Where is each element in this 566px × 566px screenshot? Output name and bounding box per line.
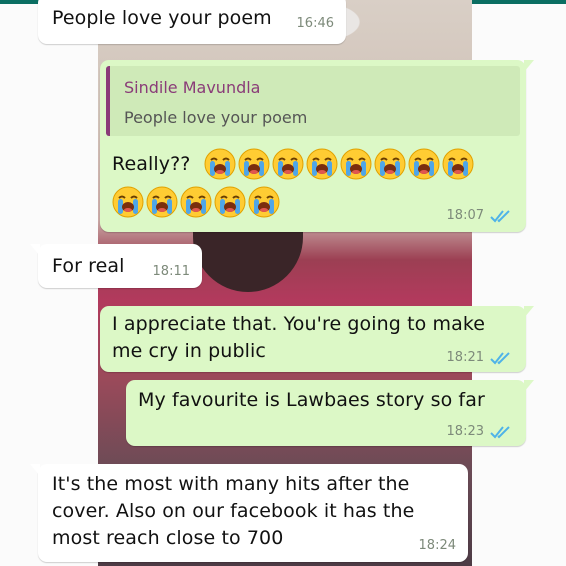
message-text: People love your poem bbox=[52, 7, 272, 29]
loudly-crying-face-icon bbox=[442, 148, 474, 180]
read-receipt-icon bbox=[490, 426, 510, 439]
emoji-row bbox=[204, 148, 474, 180]
loudly-crying-face-icon bbox=[204, 148, 236, 180]
loudly-crying-face-icon bbox=[238, 148, 270, 180]
loudly-crying-face-icon bbox=[214, 186, 246, 218]
message-time: 18:24 bbox=[418, 538, 456, 553]
message-time: 18:07 bbox=[446, 208, 484, 223]
loudly-crying-face-icon bbox=[340, 148, 372, 180]
emoji-row bbox=[112, 186, 280, 218]
message-text-line: It's the most with many hits after the bbox=[52, 473, 410, 495]
message-time: 16:46 bbox=[296, 16, 334, 31]
quoted-sender: Sindile Mavundla bbox=[124, 78, 261, 97]
incoming-message[interactable]: People love your poem 16:46 bbox=[38, 0, 346, 44]
message-text-line: most reach close to 700 bbox=[52, 527, 284, 549]
incoming-message[interactable]: It's the most with many hits after the c… bbox=[30, 464, 468, 562]
message-time: 18:21 bbox=[446, 350, 484, 365]
loudly-crying-face-icon bbox=[248, 186, 280, 218]
message-text-line: I appreciate that. You're going to make bbox=[112, 313, 486, 335]
loudly-crying-face-icon bbox=[408, 148, 440, 180]
message-text-line: me cry in public bbox=[112, 340, 266, 362]
read-receipt-icon bbox=[490, 210, 510, 223]
quoted-message[interactable]: Sindile Mavundla People love your poem bbox=[106, 66, 520, 136]
incoming-message[interactable]: For real 18:11 bbox=[30, 244, 202, 288]
loudly-crying-face-icon bbox=[146, 186, 178, 218]
outgoing-message[interactable]: My favourite is Lawbaes story so far 18:… bbox=[126, 380, 534, 446]
loudly-crying-face-icon bbox=[112, 186, 144, 218]
loudly-crying-face-icon bbox=[306, 148, 338, 180]
message-text: For real bbox=[52, 255, 125, 277]
message-text-line: cover. Also on our facebook it has the bbox=[52, 500, 415, 522]
loudly-crying-face-icon bbox=[374, 148, 406, 180]
read-receipt-icon bbox=[490, 352, 510, 365]
loudly-crying-face-icon bbox=[272, 148, 304, 180]
outgoing-message[interactable]: Sindile Mavundla People love your poem R… bbox=[100, 60, 534, 232]
message-time: 18:11 bbox=[152, 264, 190, 279]
quoted-text: People love your poem bbox=[124, 108, 308, 127]
message-time: 18:23 bbox=[446, 424, 484, 439]
loudly-crying-face-icon bbox=[180, 186, 212, 218]
outgoing-message[interactable]: I appreciate that. You're going to make … bbox=[100, 306, 534, 372]
message-text: Really?? bbox=[112, 153, 191, 175]
message-text: My favourite is Lawbaes story so far bbox=[138, 389, 485, 411]
